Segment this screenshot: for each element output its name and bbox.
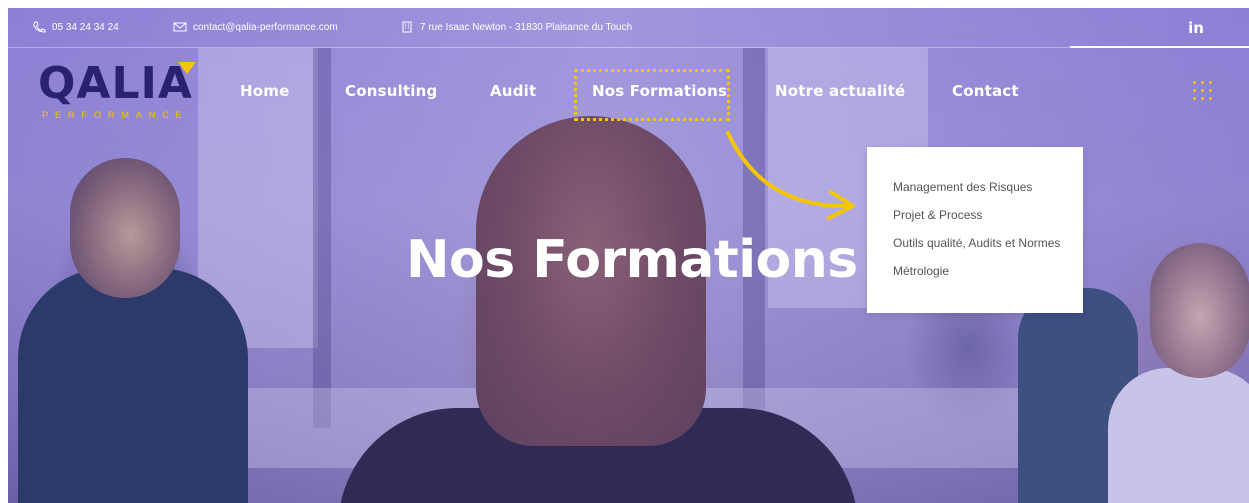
site-logo[interactable]: QALIA PERFORMANCE [38, 60, 208, 130]
nav-item-consulting[interactable]: Consulting [345, 81, 437, 101]
logo-subtitle: PERFORMANCE [42, 110, 189, 121]
dropdown-item-metrologie[interactable]: Métrologie [867, 263, 1083, 291]
phone-number: 05 34 24 34 24 [52, 21, 119, 33]
dropdown-item-management-des-risques[interactable]: Management des Risques [867, 179, 1083, 207]
person-left-head [70, 158, 180, 298]
person-left-body [18, 268, 248, 503]
nav-item-notre-actualite[interactable]: Notre actualité [775, 81, 905, 101]
address-text: 7 rue Isaac Newton - 31830 Plaisance du … [420, 21, 633, 33]
page-title: Nos Formations [406, 230, 858, 290]
building-icon [400, 21, 414, 33]
annotation-arrow-icon [726, 131, 855, 220]
person-right-head [1150, 243, 1249, 378]
mail-icon [173, 21, 187, 33]
logo-word: QALIA [38, 58, 193, 109]
nav-item-contact[interactable]: Contact [952, 81, 1019, 101]
dropdown-item-projet-process[interactable]: Projet & Process [867, 207, 1083, 235]
nav-item-home[interactable]: Home [240, 81, 289, 101]
phone-icon [32, 21, 46, 33]
linkedin-icon[interactable]: in [1186, 18, 1206, 38]
formations-dropdown: Management des Risques Projet & Process … [867, 147, 1083, 313]
grid-menu-icon[interactable] [1192, 80, 1214, 102]
email-address: contact@qalia-performance.com [193, 21, 338, 33]
top-info-bar: 05 34 24 34 24 contact@qalia-performance… [8, 8, 1249, 48]
social-underline [1070, 46, 1249, 48]
address-contact: 7 rue Isaac Newton - 31830 Plaisance du … [400, 21, 632, 33]
person-right-body [1108, 368, 1249, 503]
phone-contact[interactable]: 05 34 24 34 24 [32, 21, 119, 33]
dropdown-item-outils-qualite[interactable]: Outils qualité, Audits et Normes [867, 235, 1083, 263]
logo-triangle-icon [178, 62, 196, 74]
nav-highlight-box [574, 69, 730, 121]
pillar-bg [313, 48, 331, 428]
nav-item-audit[interactable]: Audit [490, 81, 536, 101]
email-contact[interactable]: contact@qalia-performance.com [173, 21, 338, 33]
hero-section: 05 34 24 34 24 contact@qalia-performance… [8, 8, 1249, 503]
